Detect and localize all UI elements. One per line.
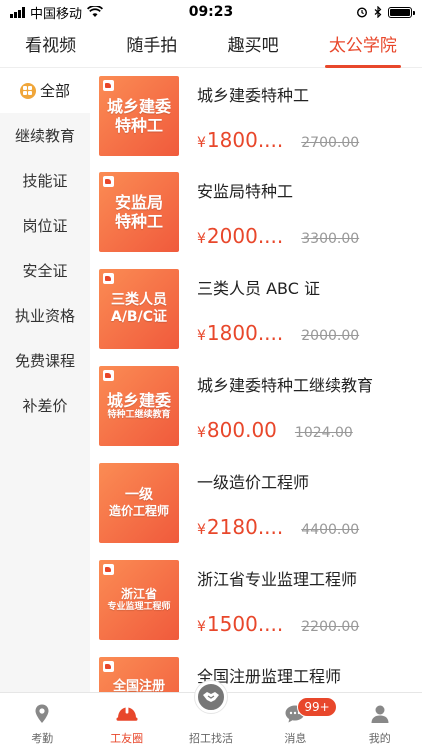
wifi-icon <box>87 6 104 17</box>
sidebar-item-all[interactable]: 全部 <box>0 68 90 113</box>
sidebar-item-practice-qualification[interactable]: 执业资格 <box>0 293 90 338</box>
course-thumbnail: 城乡建委 特种工继续教育 <box>99 366 179 446</box>
list-item[interactable]: 城乡建委 特种工继续教育 城乡建委特种工继续教育 ¥800.00 1024.00 <box>90 358 422 448</box>
nav-label: 考勤 <box>31 732 54 745</box>
course-price: ¥1800.... <box>197 128 284 152</box>
course-thumbnail: 一级 造价工程师 <box>99 463 179 543</box>
thumbnail-line-1: 城乡建委 <box>106 96 171 116</box>
tab-shop[interactable]: 趣买吧 <box>224 26 283 68</box>
nav-label: 我的 <box>368 732 391 745</box>
tab-watch-video[interactable]: 看视频 <box>21 26 80 68</box>
course-thumbnail: 浙江省 专业监理工程师 <box>99 560 179 640</box>
logo-icon <box>103 370 114 381</box>
course-price: ¥2180.... <box>197 515 284 539</box>
course-title: 全国注册监理工程师 <box>197 667 342 686</box>
sidebar-item-skill-cert[interactable]: 技能证 <box>0 158 90 203</box>
course-title: 城乡建委特种工继续教育 <box>197 376 374 395</box>
nav-label: 消息 <box>284 732 307 745</box>
list-item[interactable]: 一级 造价工程师 一级造价工程师 ¥2180.... 4400.00 <box>90 455 422 545</box>
course-title: 一级造价工程师 <box>197 473 310 492</box>
course-price: ¥1500.... <box>197 612 284 636</box>
sidebar-item-safety-cert[interactable]: 安全证 <box>0 248 90 293</box>
thumbnail-line-2: 专业监理工程师 <box>107 601 171 612</box>
sidebar-item-continuing-education[interactable]: 继续教育 <box>0 113 90 158</box>
list-item[interactable]: 城乡建委 特种工 城乡建委特种工 ¥1800.... 2700.00 <box>90 68 422 158</box>
unread-badge: 99+ <box>297 697 337 717</box>
thumbnail-line-2: 特种工 <box>114 116 163 135</box>
list-item[interactable]: 安监局 特种工 安监局特种工 ¥2000.... 3300.00 <box>90 164 422 254</box>
nav-workmates[interactable]: 工友圈 <box>85 693 169 750</box>
thumbnail-line-1: 浙江省 <box>120 587 157 602</box>
course-thumbnail: 安监局 特种工 <box>99 172 179 252</box>
course-price: ¥2000.... <box>197 224 284 248</box>
list-item[interactable]: 浙江省 专业监理工程师 浙江省专业监理工程师 ¥1500.... 2200.00 <box>90 552 422 642</box>
top-tab-bar: 看视频 随手拍 趣买吧 太公学院 <box>0 26 422 68</box>
thumbnail-line-1: 安监局 <box>114 192 163 212</box>
course-price: ¥800.00 <box>197 418 277 442</box>
bluetooth-icon <box>374 6 382 18</box>
nav-profile[interactable]: 我的 <box>338 693 422 750</box>
sidebar-item-free-courses[interactable]: 免费课程 <box>0 338 90 383</box>
nav-jobs[interactable]: 招工找活 <box>169 681 253 750</box>
thumbnail-line-1: 一级 <box>124 487 153 504</box>
signal-icon <box>10 6 25 18</box>
sidebar-item-post-cert[interactable]: 岗位证 <box>0 203 90 248</box>
user-icon <box>368 702 392 726</box>
nav-label: 工友圈 <box>110 732 144 745</box>
course-title: 安监局特种工 <box>197 182 294 201</box>
course-title: 城乡建委特种工 <box>197 86 310 105</box>
course-thumbnail: 全国注册 <box>99 657 179 692</box>
thumbnail-line-1: 全国注册 <box>112 679 165 692</box>
tab-snapshot[interactable]: 随手拍 <box>122 26 181 68</box>
bottom-nav: 考勤 工友圈 招工找活 99+ 消息 我的 <box>0 681 422 750</box>
alarm-icon <box>356 7 368 18</box>
grid-icon <box>19 82 36 99</box>
carrier-label: 中国移动 <box>30 6 83 22</box>
sidebar-item-price-difference[interactable]: 补差价 <box>0 383 90 428</box>
course-list: 城乡建委 特种工 城乡建委特种工 ¥1800.... 2700.00 安监局 特种工… <box>90 68 422 692</box>
logo-icon <box>103 273 114 284</box>
original-price: 2000.00 <box>301 328 360 344</box>
original-price: 3300.00 <box>301 231 360 247</box>
nav-attendance[interactable]: 考勤 <box>0 693 84 750</box>
sidebar-item-label: 全部 <box>39 82 70 100</box>
course-thumbnail: 三类人员 A/B/C证 <box>99 269 179 349</box>
course-price: ¥1800.... <box>197 321 284 345</box>
nav-label: 招工找活 <box>188 732 233 745</box>
status-bar: 中国移动 09:23 <box>0 0 422 24</box>
original-price: 2200.00 <box>301 619 360 635</box>
hard-hat-icon <box>115 702 139 726</box>
location-pin-icon <box>30 702 54 726</box>
thumbnail-line-2: 特种工 <box>114 212 163 231</box>
thumbnail-line-2: 特种工继续教育 <box>107 410 171 421</box>
nav-messages[interactable]: 99+ 消息 <box>253 693 337 750</box>
thumbnail-line-2: 造价工程师 <box>108 504 169 519</box>
original-price: 1024.00 <box>294 425 353 441</box>
logo-icon <box>103 661 114 672</box>
course-thumbnail: 城乡建委 特种工 <box>99 76 179 156</box>
logo-icon <box>103 80 114 91</box>
category-sidebar: 全部 继续教育 技能证 岗位证 安全证 执业资格 免费课程 补差价 <box>0 68 90 692</box>
logo-icon <box>103 176 114 187</box>
thumbnail-line-1: 城乡建委 <box>106 391 171 410</box>
clock: 09:23 <box>188 4 234 20</box>
course-title: 浙江省专业监理工程师 <box>197 570 358 589</box>
thumbnail-line-2: A/B/C证 <box>110 309 167 325</box>
list-item[interactable]: 三类人员 A/B/C证 三类人员 ABC 证 ¥1800.... 2000.00 <box>90 261 422 351</box>
list-item[interactable]: 全国注册 全国注册监理工程师 <box>90 649 422 692</box>
original-price: 2700.00 <box>301 135 360 151</box>
logo-icon <box>103 564 114 575</box>
course-title: 三类人员 ABC 证 <box>197 279 320 298</box>
original-price: 4400.00 <box>301 522 360 538</box>
battery-icon <box>388 6 415 18</box>
thumbnail-line-1: 三类人员 <box>110 292 167 309</box>
tab-academy[interactable]: 太公学院 <box>324 26 401 68</box>
handshake-icon <box>194 681 227 713</box>
app-screen: 中国移动 09:23 看视频 随手拍 趣买吧 太公学院 全部 继续教育 技能证 … <box>0 0 422 750</box>
